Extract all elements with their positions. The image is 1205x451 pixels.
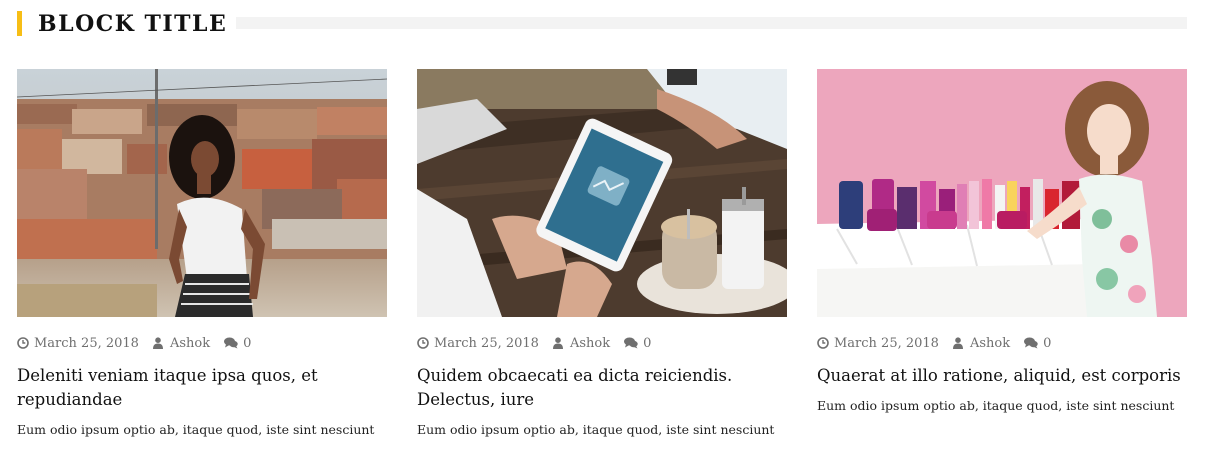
- post-thumbnail[interactable]: [417, 69, 787, 317]
- photo-woman-city-icon: [17, 69, 387, 317]
- post-thumbnail[interactable]: [817, 69, 1187, 317]
- photo-cosmetics-icon: [817, 69, 1187, 317]
- post-date: March 25, 2018: [817, 336, 939, 351]
- user-icon: [952, 337, 963, 349]
- post-date-text: March 25, 2018: [834, 335, 939, 351]
- title-accent-bar: [17, 11, 22, 36]
- post-excerpt: Eum odio ipsum optio ab, itaque quod, is…: [417, 422, 775, 437]
- post-date-text: March 25, 2018: [34, 335, 139, 351]
- post-author[interactable]: Ashok: [152, 335, 211, 351]
- post-comments-count: 0: [643, 335, 652, 351]
- post-comments[interactable]: 0: [624, 336, 651, 351]
- comments-icon: [224, 337, 238, 349]
- post-comments-count: 0: [1043, 335, 1052, 351]
- post-title-link[interactable]: Quaerat at illo ratione, aliquid, est co…: [817, 364, 1187, 388]
- post-date: March 25, 2018: [17, 336, 139, 351]
- post-author-text: Ashok: [969, 335, 1011, 351]
- clock-icon: [817, 337, 829, 349]
- post-author-text: Ashok: [169, 335, 211, 351]
- post-meta: March 25, 2018 Ashok 0: [417, 334, 787, 352]
- post-meta: March 25, 2018 Ashok 0: [817, 334, 1187, 352]
- post-excerpt: Eum odio ipsum optio ab, itaque quod, is…: [17, 422, 375, 437]
- post-author[interactable]: Ashok: [952, 335, 1011, 351]
- post-card: March 25, 2018 Ashok 0 Quaerat at illo r…: [817, 69, 1187, 415]
- post-card: March 25, 2018 Ashok 0 Quidem obcaecati …: [417, 69, 787, 439]
- post-date: March 25, 2018: [417, 336, 539, 351]
- user-icon: [552, 337, 563, 349]
- post-author[interactable]: Ashok: [552, 335, 611, 351]
- clock-icon: [417, 337, 429, 349]
- block-title: BLOCK TITLE: [38, 11, 228, 37]
- post-title-link[interactable]: Quidem obcaecati ea dicta reiciendis. De…: [417, 364, 787, 412]
- photo-tablet-coffee-icon: [417, 69, 787, 317]
- post-excerpt: Eum odio ipsum optio ab, itaque quod, is…: [817, 398, 1175, 413]
- user-icon: [152, 337, 163, 349]
- post-date-text: March 25, 2018: [434, 335, 539, 351]
- post-card: March 25, 2018 Ashok 0 Deleniti veniam i…: [17, 69, 387, 439]
- post-author-text: Ashok: [569, 335, 611, 351]
- post-comments[interactable]: 0: [1024, 336, 1051, 351]
- post-comments-count: 0: [243, 335, 252, 351]
- post-comments[interactable]: 0: [224, 336, 251, 351]
- block-header: BLOCK TITLE: [17, 10, 1187, 38]
- comments-icon: [624, 337, 638, 349]
- clock-icon: [17, 337, 29, 349]
- post-title-link[interactable]: Deleniti veniam itaque ipsa quos, et rep…: [17, 364, 387, 412]
- comments-icon: [1024, 337, 1038, 349]
- post-meta: March 25, 2018 Ashok 0: [17, 334, 387, 352]
- title-divider-line: [236, 17, 1187, 29]
- post-thumbnail[interactable]: [17, 69, 387, 317]
